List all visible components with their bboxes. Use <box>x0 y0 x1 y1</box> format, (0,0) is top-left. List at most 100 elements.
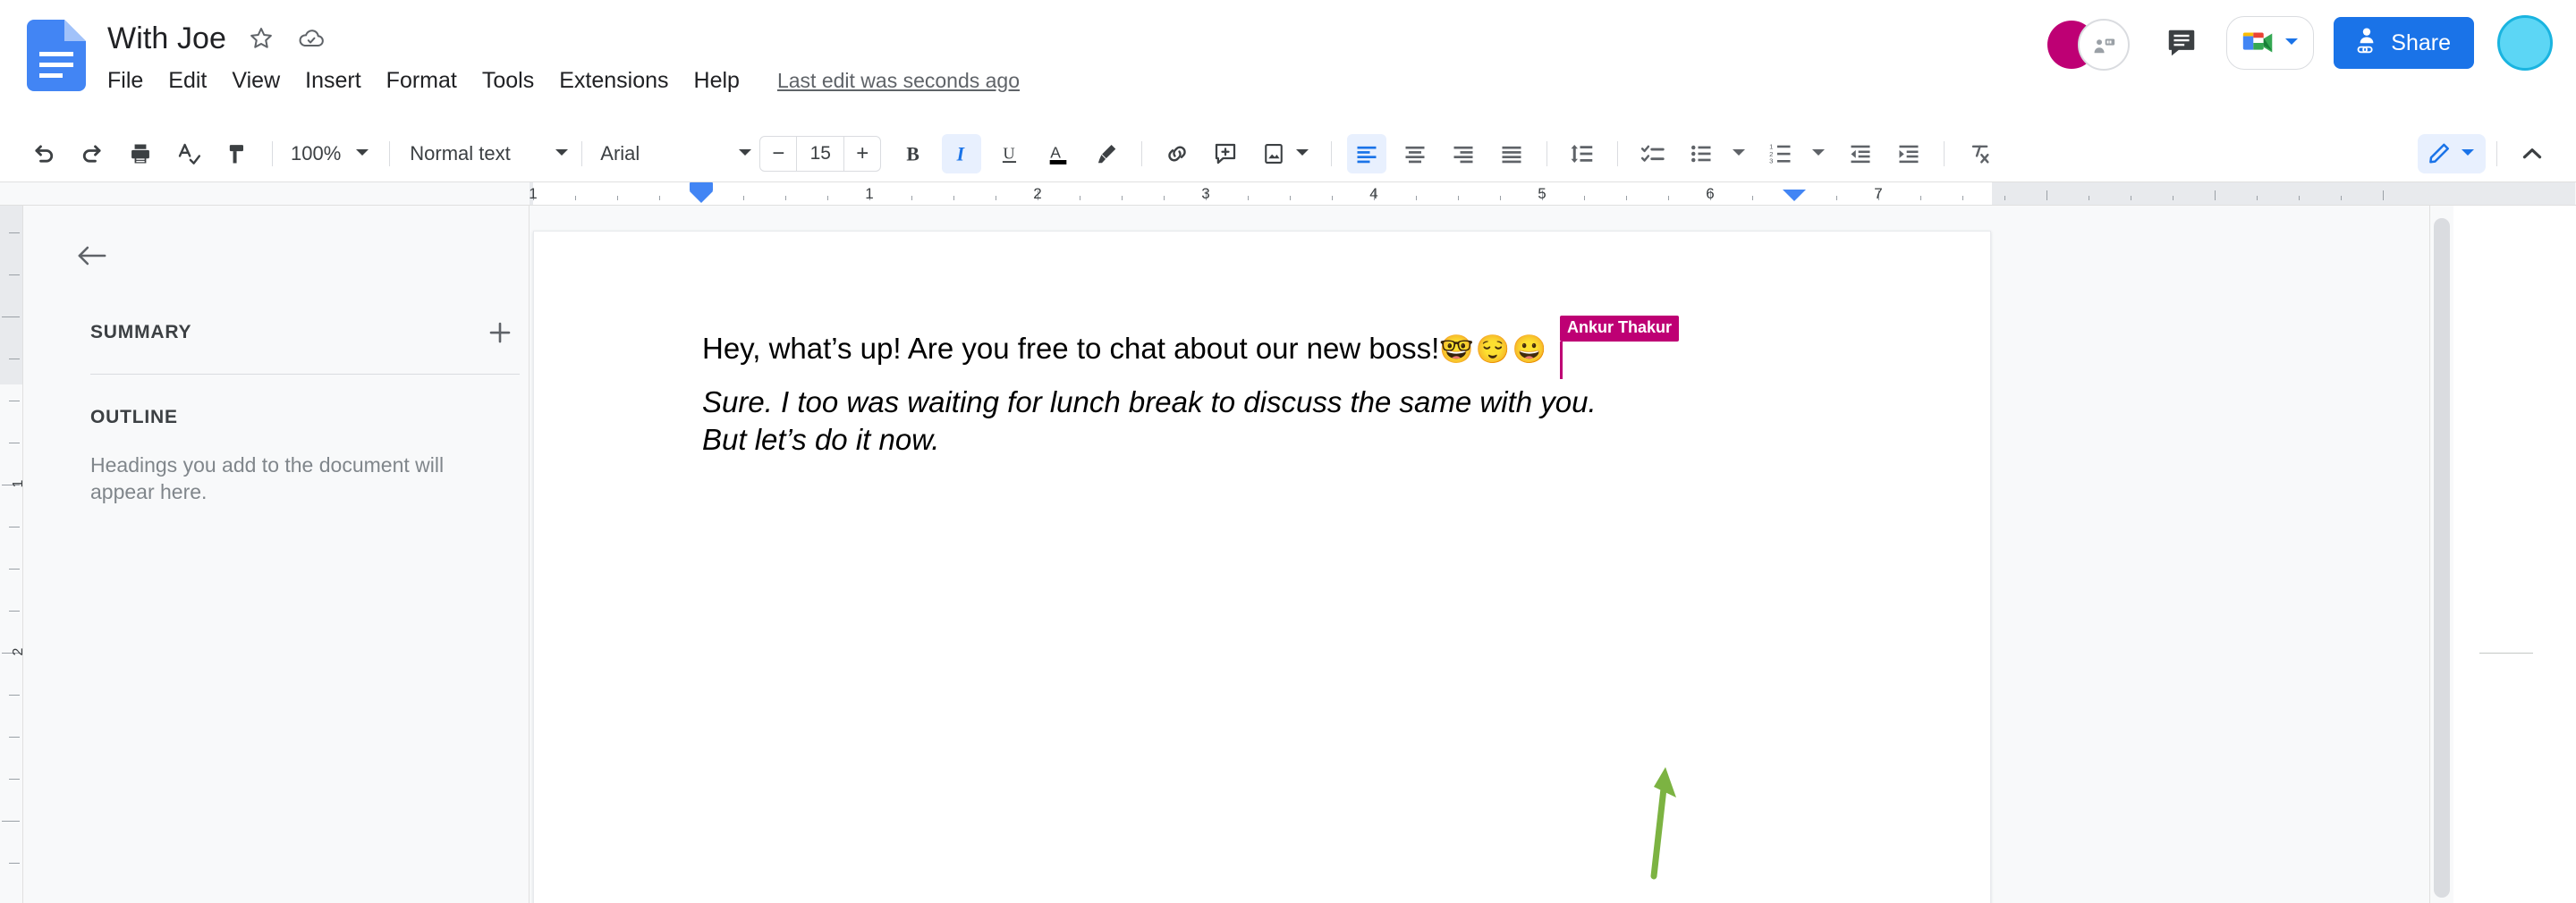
app-header: With Joe File Edit View Insert Format To… <box>0 0 2576 125</box>
decrease-indent-icon[interactable] <box>1841 134 1880 173</box>
align-center-icon[interactable] <box>1395 134 1435 173</box>
chevron-down-icon[interactable] <box>1730 146 1748 163</box>
toolbar-right-group <box>2418 125 2556 182</box>
google-docs-logo-icon[interactable] <box>27 20 86 91</box>
ruler-track: 11234567 <box>529 182 2575 205</box>
clear-formatting-icon[interactable] <box>1960 134 1999 173</box>
toolbar-divider <box>1944 141 1945 166</box>
menu-item-tools[interactable]: Tools <box>470 64 547 97</box>
sidebar-divider <box>90 374 520 375</box>
line-spacing-icon[interactable] <box>1563 134 1602 173</box>
checklist-icon[interactable] <box>1633 134 1673 173</box>
bold-button[interactable]: B <box>894 134 933 173</box>
toolbar-divider <box>581 141 583 166</box>
chevron-down-icon[interactable] <box>1809 146 1827 163</box>
redo-icon[interactable] <box>72 134 112 173</box>
toolbar-wrapper: 100% Normal text Arial − 15 + B I U A 1 … <box>0 125 2576 182</box>
chevron-down-icon <box>553 146 571 163</box>
avatar-current-user[interactable] <box>2497 15 2553 71</box>
outline-sidebar: SUMMARY OUTLINE Headings you add to the … <box>24 206 530 903</box>
align-left-icon[interactable] <box>1347 134 1387 173</box>
menu-item-edit[interactable]: Edit <box>156 64 219 97</box>
decrease-font-size-button[interactable]: − <box>760 137 796 171</box>
left-indent-marker[interactable] <box>690 182 713 203</box>
document-title[interactable]: With Joe <box>107 21 226 56</box>
chevron-down-icon <box>2283 35 2301 52</box>
text-color-button[interactable]: A <box>1038 134 1078 173</box>
formatting-toolbar: 100% Normal text Arial − 15 + B I U A 1 … <box>0 125 2576 182</box>
paragraph-style-selector[interactable]: Normal text <box>401 142 571 165</box>
collapse-toolbar-button[interactable] <box>2512 134 2552 173</box>
toolbar-divider <box>1617 141 1619 166</box>
menu-item-file[interactable]: File <box>107 64 156 97</box>
paragraph-2[interactable]: Sure. I too was waiting for lunch break … <box>702 384 1597 459</box>
collaborator-caret <box>1560 341 1563 379</box>
spellcheck-icon[interactable] <box>169 134 208 173</box>
paragraph-1-emojis: 🤓😌😀 <box>1439 333 1549 365</box>
header-actions: Share <box>2047 7 2553 79</box>
toolbar-divider <box>389 141 391 166</box>
paragraph-2-line-2: But let’s do it now. <box>702 423 940 457</box>
ruler-page-area <box>533 182 1992 205</box>
document-page[interactable]: Hey, what’s up! Are you free to chat abo… <box>533 231 1991 903</box>
vertical-scrollbar-thumb[interactable] <box>2434 218 2450 898</box>
increase-font-size-button[interactable]: + <box>844 137 880 171</box>
chevron-down-icon[interactable] <box>1293 146 1311 163</box>
share-button[interactable]: Share <box>2334 17 2474 69</box>
last-edit-link[interactable]: Last edit was seconds ago <box>777 69 1020 93</box>
print-icon[interactable] <box>121 134 160 173</box>
italic-button[interactable]: I <box>942 134 982 173</box>
underline-button[interactable]: U <box>990 134 1030 173</box>
menu-item-help[interactable]: Help <box>682 64 752 97</box>
outline-empty-text: Headings you add to the document will ap… <box>90 453 445 504</box>
paragraph-1[interactable]: Hey, what’s up! Are you free to chat abo… <box>702 330 1548 367</box>
outline-title: OUTLINE <box>90 407 178 427</box>
menu-item-view[interactable]: View <box>219 64 292 97</box>
menu-item-insert[interactable]: Insert <box>292 64 374 97</box>
comment-history-icon[interactable] <box>2153 14 2210 72</box>
toolbar-divider <box>272 141 273 166</box>
star-outline-icon[interactable] <box>246 23 276 54</box>
vertical-ruler[interactable]: 112 <box>0 206 23 903</box>
toolbar-divider <box>1141 141 1143 166</box>
google-meet-icon <box>2243 32 2273 53</box>
menu-item-extensions[interactable]: Extensions <box>547 64 681 97</box>
font-family-selector[interactable]: Arial <box>593 142 754 165</box>
summary-section-header: SUMMARY <box>90 313 520 352</box>
align-justify-icon[interactable] <box>1492 134 1531 173</box>
bulleted-list-icon[interactable] <box>1682 134 1721 173</box>
add-comment-icon[interactable] <box>1206 134 1245 173</box>
paragraph-style-value: Normal text <box>410 142 511 165</box>
menu-item-format[interactable]: Format <box>374 64 470 97</box>
editing-mode-button[interactable] <box>2418 134 2486 173</box>
right-indent-marker[interactable] <box>1783 182 1806 201</box>
link-icon[interactable] <box>1157 134 1197 173</box>
undo-icon[interactable] <box>24 134 64 173</box>
google-meet-button[interactable] <box>2226 16 2315 70</box>
svg-text:3: 3 <box>1769 157 1773 165</box>
horizontal-ruler[interactable]: 11234567 <box>0 182 2576 206</box>
pencil-edit-icon <box>2427 139 2453 170</box>
document-body: 112 SUMMARY OUTLINE Headings you add to … <box>0 206 2576 903</box>
zoom-selector[interactable]: 100% <box>284 139 378 169</box>
svg-text:I: I <box>956 144 966 165</box>
anonymous-user-icon[interactable] <box>2078 19 2131 71</box>
highlighter-icon[interactable] <box>1087 134 1126 173</box>
chevron-down-icon <box>736 146 754 163</box>
font-size-stepper[interactable]: − 15 + <box>759 136 882 172</box>
svg-text:A: A <box>1051 144 1062 162</box>
svg-text:B: B <box>907 144 919 165</box>
chevron-down-icon <box>2459 146 2477 163</box>
font-size-input[interactable]: 15 <box>796 137 845 171</box>
plus-icon[interactable] <box>480 313 520 352</box>
font-family-value: Arial <box>600 142 640 165</box>
align-right-icon[interactable] <box>1444 134 1483 173</box>
toolbar-divider <box>1331 141 1333 166</box>
paint-format-icon[interactable] <box>217 134 257 173</box>
increase-indent-icon[interactable] <box>1889 134 1928 173</box>
back-arrow-icon[interactable] <box>67 231 117 281</box>
collaborator-cursor: Ankur Thakur <box>1560 316 1680 379</box>
insert-image-icon[interactable] <box>1254 134 1293 173</box>
numbered-list-icon[interactable]: 1 2 3 <box>1761 134 1801 173</box>
cloud-saved-icon[interactable] <box>296 23 326 54</box>
